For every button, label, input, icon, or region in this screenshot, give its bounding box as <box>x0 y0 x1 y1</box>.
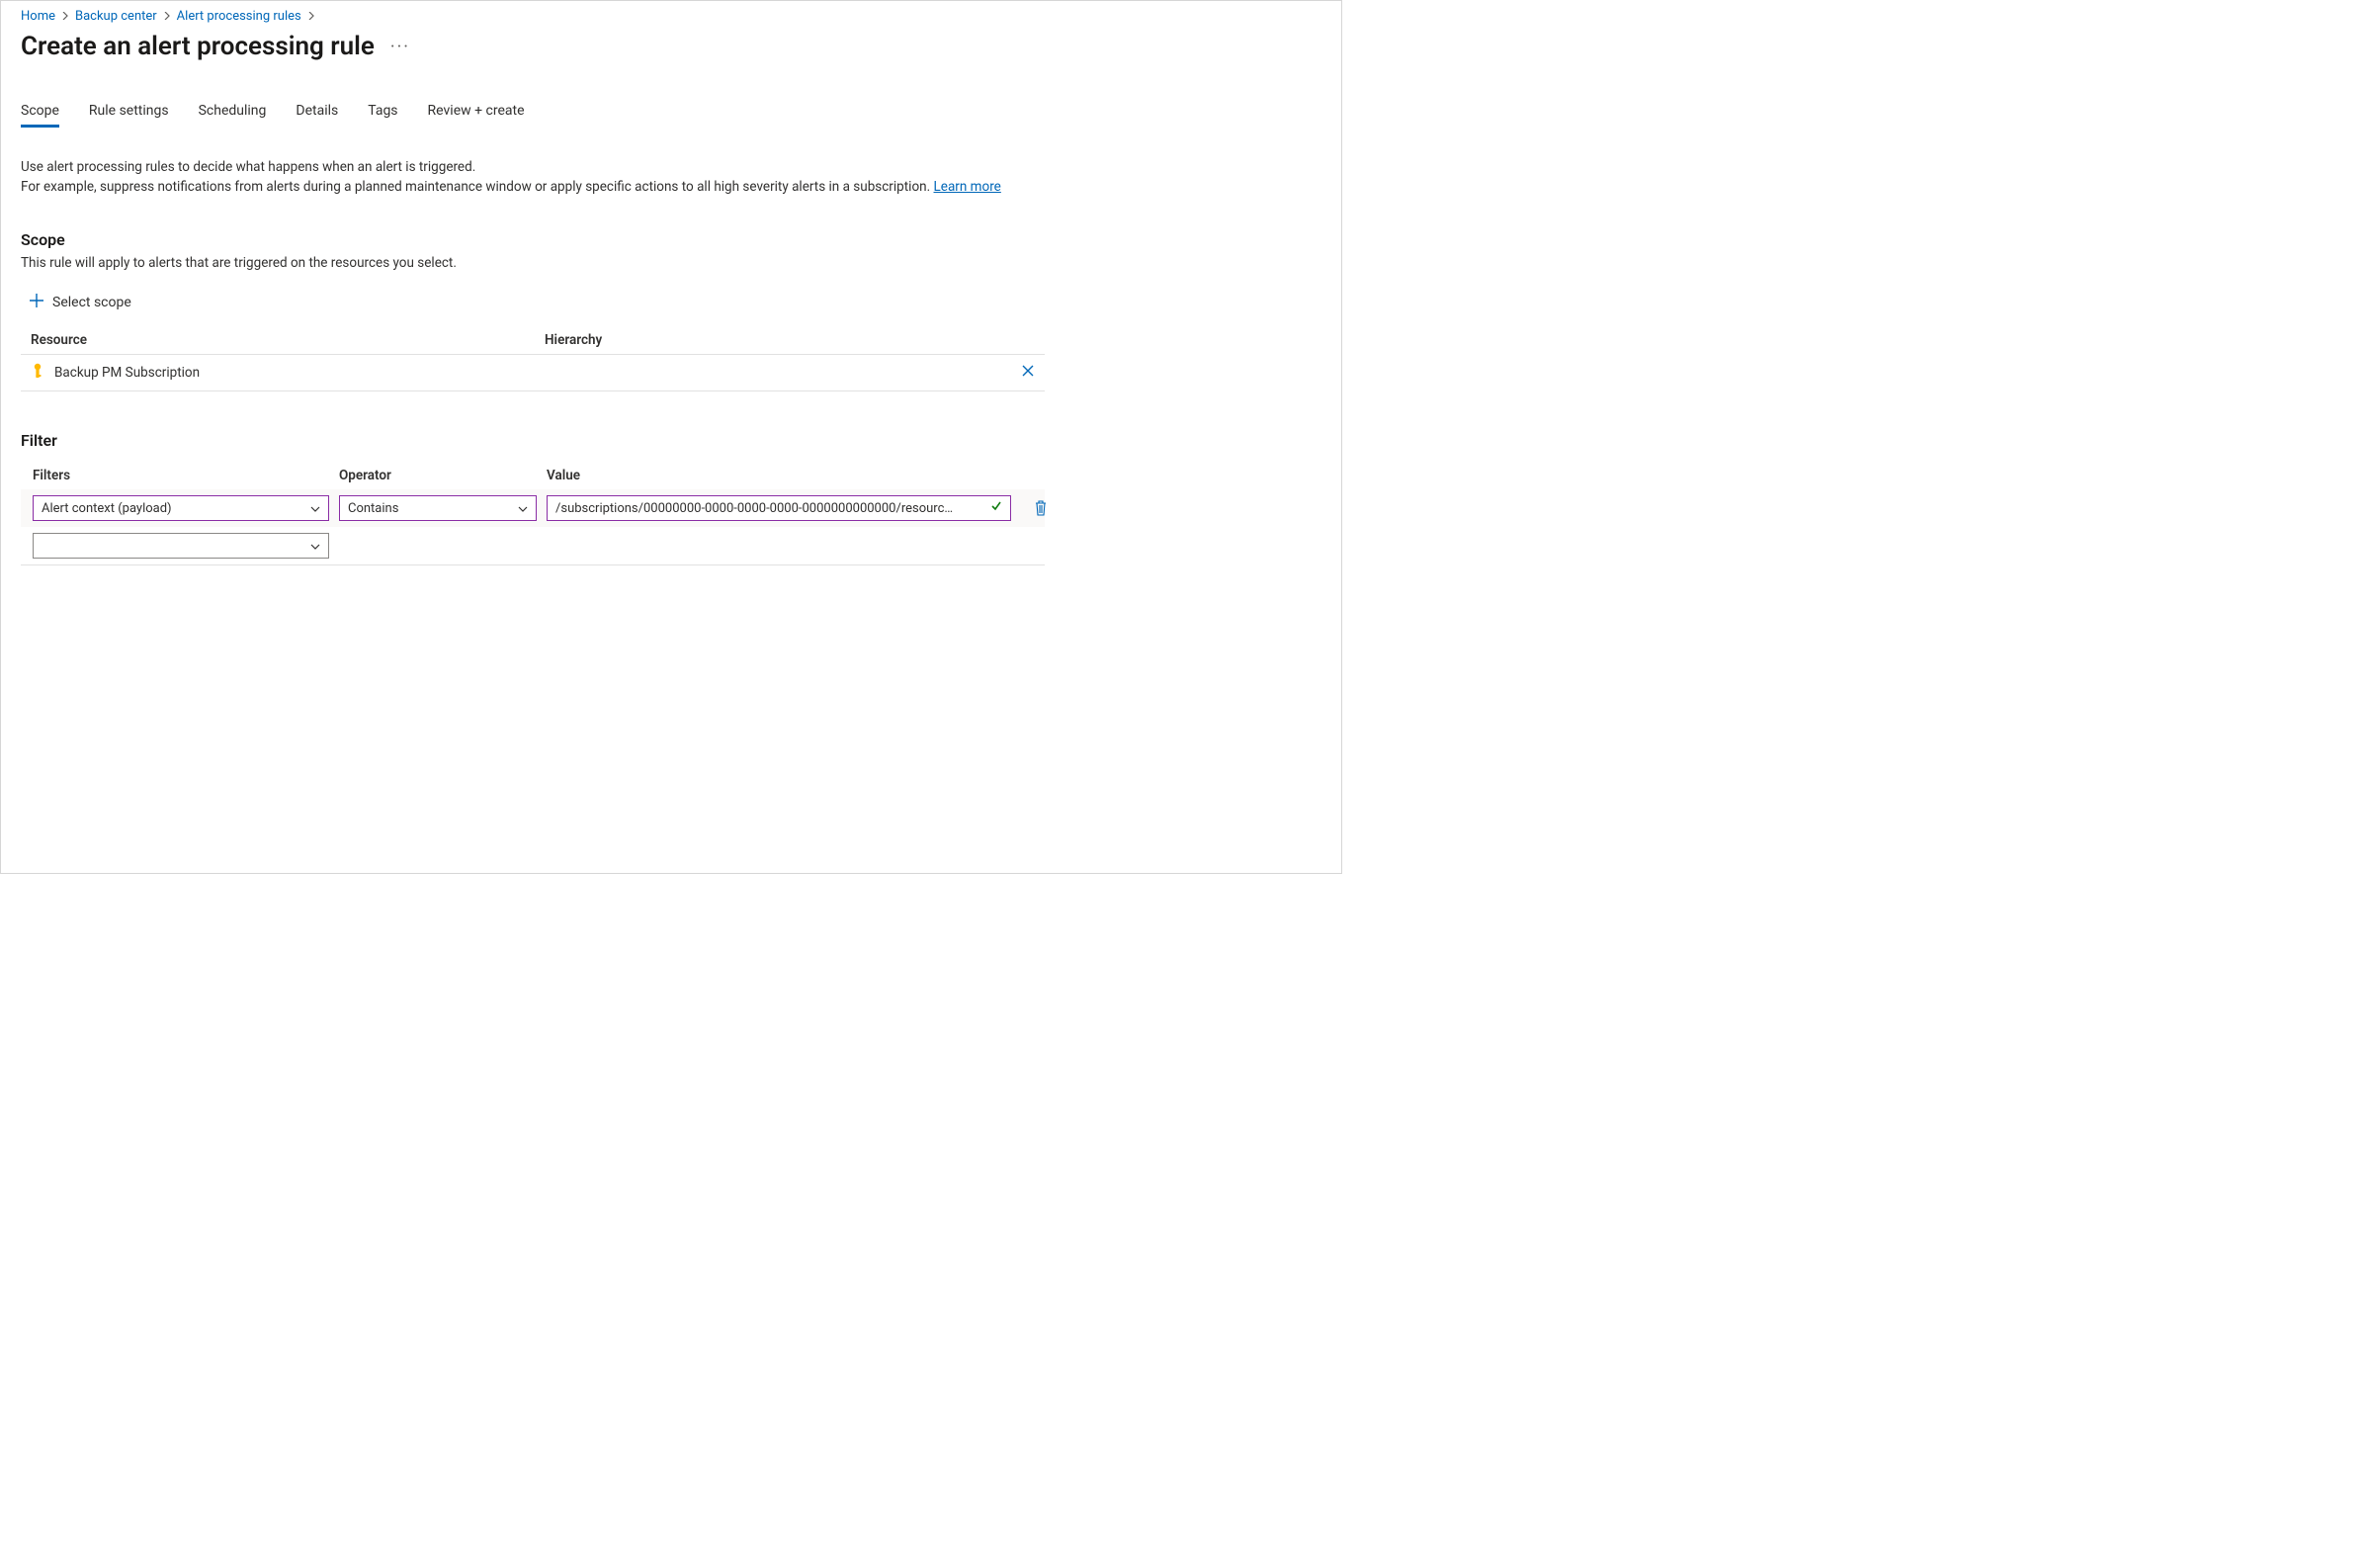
chevron-down-icon <box>310 502 320 515</box>
breadcrumb-alert-processing-rules[interactable]: Alert processing rules <box>177 9 301 24</box>
col-filters: Filters <box>33 468 329 483</box>
col-actions <box>1005 326 1045 355</box>
learn-more-link[interactable]: Learn more <box>934 179 1001 195</box>
tab-scope[interactable]: Scope <box>21 103 59 128</box>
resource-hierarchy <box>535 355 1005 391</box>
delete-filter-icon[interactable] <box>1021 500 1061 516</box>
col-hierarchy: Hierarchy <box>535 326 1005 355</box>
intro-line1: Use alert processing rules to decide wha… <box>21 159 475 175</box>
tabs: Scope Rule settings Scheduling Details T… <box>21 103 1321 128</box>
operator-select-value: Contains <box>348 501 398 516</box>
operator-select[interactable]: Contains <box>339 495 537 521</box>
select-scope-label: Select scope <box>52 295 131 310</box>
filter-row-empty <box>21 527 1045 565</box>
scope-subtext: This rule will apply to alerts that are … <box>21 255 1321 271</box>
breadcrumb-home[interactable]: Home <box>21 9 55 24</box>
col-resource: Resource <box>21 326 535 355</box>
intro-line2: For example, suppress notifications from… <box>21 179 934 195</box>
tab-details[interactable]: Details <box>296 103 338 128</box>
filter-select-empty[interactable] <box>33 533 329 559</box>
page-title: Create an alert processing rule <box>21 32 375 61</box>
scope-table: Resource Hierarchy Backup PM Subscriptio… <box>21 326 1045 391</box>
value-input-text: /subscriptions/00000000-0000-0000-0000-0… <box>555 501 986 516</box>
select-scope-button[interactable]: Select scope <box>29 289 131 316</box>
scope-heading: Scope <box>21 230 1321 249</box>
chevron-right-icon <box>61 9 69 24</box>
tab-tags[interactable]: Tags <box>368 103 397 128</box>
col-operator: Operator <box>339 468 537 483</box>
filter-select[interactable]: Alert context (payload) <box>33 495 329 521</box>
tab-scheduling[interactable]: Scheduling <box>199 103 267 128</box>
breadcrumb-backup-center[interactable]: Backup center <box>75 9 157 24</box>
chevron-down-icon <box>518 502 528 515</box>
intro-text: Use alert processing rules to decide wha… <box>21 157 1068 197</box>
chevron-down-icon <box>310 540 320 553</box>
col-value: Value <box>547 468 1011 483</box>
plus-icon <box>29 293 44 312</box>
filter-select-value: Alert context (payload) <box>42 501 172 516</box>
chevron-right-icon <box>307 9 315 24</box>
tab-rule-settings[interactable]: Rule settings <box>89 103 169 128</box>
tab-review-create[interactable]: Review + create <box>428 103 525 128</box>
filter-wrap: Filters Operator Value Alert context (pa… <box>21 460 1045 565</box>
filter-row: Alert context (payload) Contains /subscr… <box>21 489 1045 527</box>
checkmark-icon <box>990 500 1002 516</box>
key-icon <box>31 363 44 383</box>
table-row: Backup PM Subscription <box>21 355 1045 391</box>
breadcrumb: Home Backup center Alert processing rule… <box>21 9 1321 24</box>
more-actions-icon[interactable]: ··· <box>390 37 410 57</box>
filter-heading: Filter <box>21 431 1321 450</box>
value-input[interactable]: /subscriptions/00000000-0000-0000-0000-0… <box>547 495 1011 521</box>
remove-scope-icon[interactable] <box>1021 366 1035 382</box>
resource-name: Backup PM Subscription <box>54 365 200 381</box>
chevron-right-icon <box>163 9 171 24</box>
